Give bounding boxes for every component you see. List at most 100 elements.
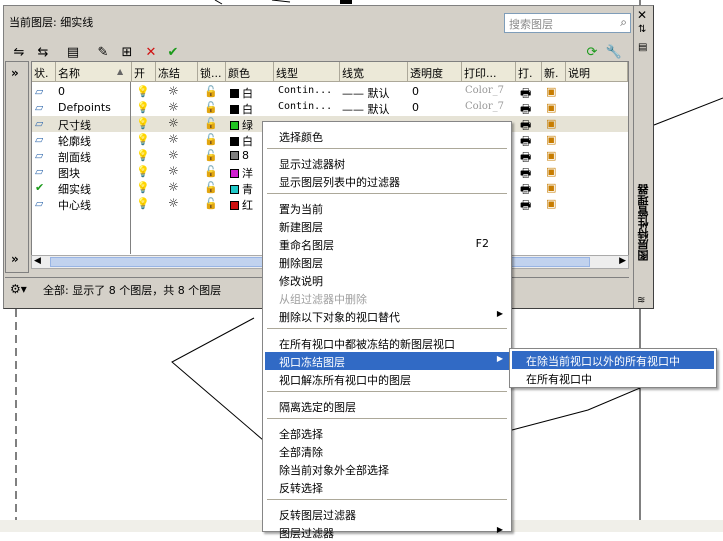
submenu-item-all-viewports[interactable]: 在所有视口中: [512, 369, 714, 387]
menu-item-clear-all[interactable]: 全部清除: [265, 442, 509, 460]
refresh-icon[interactable]: ⟳: [583, 43, 601, 61]
unlock-icon[interactable]: 🔓: [204, 101, 218, 114]
col-lineweight[interactable]: 线宽: [340, 62, 408, 82]
new-vp-freeze-icon[interactable]: ▣: [546, 149, 556, 162]
on-bulb-icon[interactable]: 💡: [136, 165, 150, 178]
menu-item-set-current[interactable]: 置为当前: [265, 199, 509, 217]
layer-status-icon[interactable]: ▱: [35, 165, 43, 178]
search-layers-input[interactable]: 搜索图层 ⌕: [504, 13, 631, 33]
delete-layer-icon[interactable]: ✕: [142, 43, 160, 61]
new-vp-freeze-icon[interactable]: ▣: [546, 101, 556, 114]
menu-item-vp-freeze-layer[interactable]: 视口冻结图层 ▶: [265, 352, 509, 370]
new-property-filter-icon[interactable]: ⇋: [10, 43, 28, 61]
layer-name[interactable]: 中心线: [58, 197, 130, 213]
new-vp-freeze-icon[interactable]: ▣: [546, 181, 556, 194]
thaw-sun-icon[interactable]: ☼: [168, 196, 179, 210]
thaw-sun-icon[interactable]: ☼: [168, 180, 179, 194]
search-icon[interactable]: ⌕: [620, 15, 627, 30]
layer-status-icon[interactable]: ▱: [35, 197, 43, 210]
on-bulb-icon[interactable]: 💡: [136, 117, 150, 130]
menu-item-invert-selection[interactable]: 反转选择: [265, 478, 509, 496]
layer-linetype[interactable]: Contin...: [278, 85, 332, 96]
col-on[interactable]: 开: [132, 62, 156, 82]
layer-row[interactable]: ▱ Defpoints 💡 ☼ 🔓 白 Contin... —— 默认 0 Color_7 🖶 ▣: [32, 100, 628, 116]
layer-status-icon[interactable]: ✔: [35, 181, 55, 194]
resize-grip-icon[interactable]: ≋: [637, 295, 645, 306]
menu-item-new-layer-frozen-all-vp[interactable]: 在所有视口中都被冻结的新图层视口: [265, 334, 509, 352]
col-color[interactable]: 颜色: [226, 62, 274, 82]
menu-item-delete-layer[interactable]: 删除图层: [265, 253, 509, 271]
invert-filter-icon[interactable]: ⚙▾: [10, 282, 27, 296]
unlock-icon[interactable]: 🔓: [204, 181, 218, 194]
layer-name[interactable]: 剖面线: [58, 149, 130, 165]
thaw-sun-icon[interactable]: ☼: [168, 132, 179, 146]
col-linetype[interactable]: 线型: [274, 62, 340, 82]
col-lock[interactable]: 锁...: [198, 62, 226, 82]
new-layer-icon[interactable]: ✎: [94, 43, 112, 61]
new-layer-vp-frozen-icon[interactable]: ⊞: [118, 43, 136, 61]
layer-status-icon[interactable]: ▱: [35, 133, 43, 146]
layer-name[interactable]: 0: [58, 85, 130, 98]
new-vp-freeze-icon[interactable]: ▣: [546, 117, 556, 130]
layer-linetype[interactable]: Contin...: [278, 101, 332, 112]
layer-name[interactable]: 细实线: [58, 181, 130, 197]
col-freeze[interactable]: 冻结: [156, 62, 198, 82]
scroll-left-icon[interactable]: ◀: [34, 256, 41, 266]
unlock-icon[interactable]: 🔓: [204, 165, 218, 178]
layer-lineweight[interactable]: —— 默认: [342, 85, 390, 101]
menu-item-select-all[interactable]: 全部选择: [265, 424, 509, 442]
layer-name[interactable]: 图块: [58, 165, 130, 181]
col-plot[interactable]: 打.: [516, 62, 542, 82]
expand-filter-tree-bottom-icon[interactable]: »: [11, 252, 19, 266]
new-vp-freeze-icon[interactable]: ▣: [546, 133, 556, 146]
unlock-icon[interactable]: 🔓: [204, 149, 218, 162]
set-current-icon[interactable]: ✔: [164, 43, 182, 61]
menu-item-new-layer[interactable]: 新建图层: [265, 217, 509, 235]
menu-item-isolate-selected[interactable]: 隔离选定的图层: [265, 397, 509, 415]
layer-lineweight[interactable]: —— 默认: [342, 101, 390, 117]
col-newvp[interactable]: 新.: [542, 62, 566, 82]
layer-row[interactable]: ▱ 0 💡 ☼ 🔓 白 Contin... —— 默认 0 Color_7 🖶 ▣: [32, 84, 628, 100]
col-status[interactable]: 状.: [32, 62, 56, 82]
menu-item-vp-thaw-layer-all[interactable]: 视口解冻所有视口中的图层: [265, 370, 509, 388]
properties-icon[interactable]: ▤: [638, 42, 647, 53]
unlock-icon[interactable]: 🔓: [204, 117, 218, 130]
layer-name[interactable]: 尺寸线: [58, 117, 130, 133]
thaw-sun-icon[interactable]: ☼: [168, 84, 179, 98]
new-vp-freeze-icon[interactable]: ▣: [546, 165, 556, 178]
expand-filter-tree-icon[interactable]: »: [11, 66, 19, 80]
thaw-sun-icon[interactable]: ☼: [168, 148, 179, 162]
menu-item-show-filter-tree[interactable]: 显示过滤器树: [265, 154, 509, 172]
thaw-sun-icon[interactable]: ☼: [168, 100, 179, 114]
menu-item-show-filters-in-list[interactable]: 显示图层列表中的过滤器: [265, 172, 509, 190]
layer-transparency[interactable]: 0: [412, 85, 419, 98]
layer-transparency[interactable]: 0: [412, 101, 419, 114]
new-group-filter-icon[interactable]: ⇆: [34, 43, 52, 61]
layer-status-icon[interactable]: ▱: [35, 149, 43, 162]
layer-color[interactable]: 白: [230, 101, 274, 117]
col-transparency[interactable]: 透明度: [408, 62, 462, 82]
scroll-right-icon[interactable]: ▶: [619, 256, 626, 266]
autohide-icon[interactable]: ⇅: [638, 24, 646, 35]
printer-icon[interactable]: 🖶: [520, 196, 531, 217]
menu-item-rename-layer[interactable]: 重命名图层 F2: [265, 235, 509, 253]
layer-name[interactable]: 轮廓线: [58, 133, 130, 149]
menu-item-layer-filters[interactable]: 图层过滤器 ▶: [265, 523, 509, 541]
menu-item-remove-vp-overrides[interactable]: 删除以下对象的视口替代 ▶: [265, 307, 509, 325]
layer-states-manager-icon[interactable]: ▤: [64, 43, 82, 61]
layer-color[interactable]: 白: [230, 85, 274, 101]
settings-wrench-icon[interactable]: 🔧: [605, 43, 623, 61]
unlock-icon[interactable]: 🔓: [204, 85, 218, 98]
close-icon[interactable]: ✕: [637, 8, 647, 22]
on-bulb-icon[interactable]: 💡: [136, 181, 150, 194]
submenu-item-all-except-current[interactable]: 在除当前视口以外的所有视口中: [512, 351, 714, 369]
new-vp-freeze-icon[interactable]: ▣: [546, 197, 556, 210]
on-bulb-icon[interactable]: 💡: [136, 85, 150, 98]
palette-title-strip[interactable]: ✕ ⇅ ▤ 图层特性管理器 ≋: [633, 6, 653, 308]
on-bulb-icon[interactable]: 💡: [136, 197, 150, 210]
menu-item-select-color[interactable]: 选择颜色: [265, 127, 509, 145]
thaw-sun-icon[interactable]: ☼: [168, 164, 179, 178]
on-bulb-icon[interactable]: 💡: [136, 101, 150, 114]
col-description[interactable]: 说明: [566, 62, 628, 82]
menu-item-invert-layer-filter[interactable]: 反转图层过滤器: [265, 505, 509, 523]
